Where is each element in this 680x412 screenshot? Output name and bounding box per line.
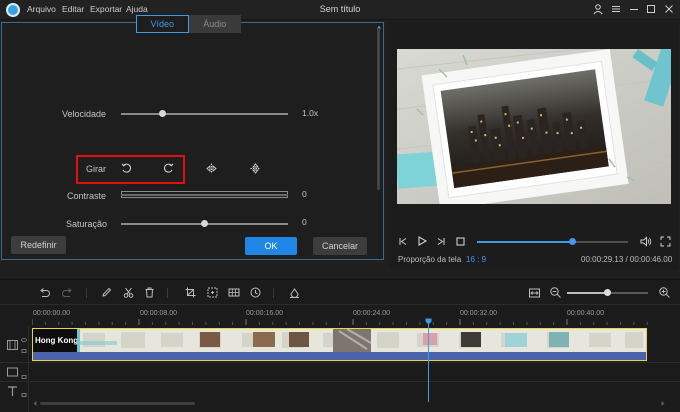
undo-icon[interactable] [38, 286, 51, 299]
ruler-label: 00:00:16.00 [246, 310, 283, 317]
zoom-out-icon[interactable] [549, 286, 562, 299]
cancel-button[interactable]: Cancelar [313, 237, 367, 255]
redo-icon[interactable] [61, 286, 74, 299]
toolbar-divider [273, 288, 274, 298]
zoom-crop-icon[interactable] [206, 286, 219, 299]
mosaic-icon[interactable] [227, 286, 241, 299]
step-back-icon[interactable] [397, 236, 408, 247]
menu-exportar[interactable]: Exportar [90, 4, 122, 14]
speed-label: Velocidade [62, 109, 107, 119]
close-icon[interactable] [663, 3, 675, 15]
stop-icon[interactable] [455, 236, 466, 247]
contrast-slider-track [121, 194, 288, 196]
rotate-label: Girar [86, 164, 106, 174]
video-track-icon [7, 340, 18, 350]
menu-icon[interactable] [610, 3, 622, 15]
aspect-label: Proporção da tela [398, 255, 462, 264]
time-display: 00:00:29.13 / 00:00:46.00 [581, 255, 673, 264]
media-tabs: Vídeo Áudio [136, 15, 241, 33]
video-track-lock-icon[interactable] [21, 347, 27, 353]
trash-icon[interactable] [143, 286, 156, 299]
preview-image [397, 49, 671, 204]
fit-timeline-icon[interactable] [528, 287, 541, 299]
ruler-label: 00:00:32.00 [460, 310, 497, 317]
speed-value: 1.0x [302, 108, 319, 118]
title-bar: Arquivo Editar Exportar Ajuda Sem título [0, 0, 680, 20]
speed-slider[interactable] [121, 113, 288, 115]
video-preview[interactable] [397, 49, 671, 204]
clip-title: Hong Kong [35, 336, 79, 345]
saturation-value: 0 [302, 217, 307, 227]
maximize-icon[interactable] [645, 3, 657, 15]
playback-knob[interactable] [568, 238, 576, 245]
minimize-icon[interactable] [628, 3, 640, 15]
rotate-left-icon[interactable] [120, 162, 133, 175]
video-track-eye-icon[interactable] [21, 337, 27, 343]
timeline-divider [0, 304, 680, 305]
flip-vertical-icon[interactable] [249, 162, 262, 175]
text-track-lock-icon[interactable] [21, 391, 27, 397]
fullscreen-icon[interactable] [659, 235, 672, 248]
scroll-left-icon[interactable] [32, 400, 38, 407]
zoom-slider-fill [567, 292, 608, 294]
timeline-scrollbar[interactable] [40, 402, 195, 405]
contrast-label: Contraste [67, 191, 107, 201]
rotate-right-icon[interactable] [162, 162, 175, 175]
toolbar-divider [167, 288, 168, 298]
overlay-track-icon [7, 367, 18, 377]
zoom-in-icon[interactable] [658, 286, 671, 299]
user-icon[interactable] [592, 3, 604, 15]
clip-audio-bar [33, 352, 646, 360]
color-fill-icon[interactable] [288, 286, 301, 299]
crop-icon[interactable] [184, 286, 197, 299]
menu-editar[interactable]: Editar [62, 4, 84, 14]
zoom-slider-knob[interactable] [604, 289, 611, 296]
clock-icon[interactable] [249, 286, 262, 299]
overlay-track-lock-icon[interactable] [21, 373, 27, 379]
menu-ajuda[interactable]: Ajuda [126, 4, 148, 14]
scrollbar[interactable] [377, 28, 380, 190]
playhead-line [428, 324, 429, 402]
track-divider [0, 381, 680, 382]
contrast-value: 0 [302, 189, 307, 199]
flip-horizontal-icon[interactable] [205, 162, 218, 175]
step-forward-icon[interactable] [436, 236, 447, 247]
ruler-label: 00:00:00.00 [33, 310, 70, 317]
toolbar-divider [86, 288, 87, 298]
ok-button[interactable]: OK [245, 237, 297, 255]
pencil-icon[interactable] [100, 286, 113, 299]
scroll-right-icon[interactable] [660, 400, 666, 407]
ruler-label: 00:00:40.00 [567, 310, 604, 317]
saturation-label: Saturação [66, 219, 108, 229]
ruler-ticks [32, 319, 648, 325]
scissors-icon[interactable] [122, 286, 135, 299]
clip-thumbnails [77, 329, 646, 352]
track-header-divider [28, 326, 29, 412]
aspect-ratio-select[interactable]: 16 : 9 [466, 255, 486, 264]
ruler-label: 00:00:24.00 [353, 310, 390, 317]
playback-progress [477, 241, 573, 243]
menu-arquivo[interactable]: Arquivo [27, 4, 56, 14]
app-logo [6, 3, 20, 17]
tab-audio[interactable]: Áudio [188, 15, 241, 33]
saturation-slider-knob[interactable] [201, 220, 208, 227]
reset-button[interactable]: Redefinir [11, 236, 66, 254]
volume-icon[interactable] [639, 235, 652, 248]
tab-video[interactable]: Vídeo [136, 15, 189, 33]
ruler-label: 00:00:08.00 [140, 310, 177, 317]
text-track-icon [8, 386, 17, 396]
track-divider [0, 362, 680, 363]
play-icon[interactable] [416, 235, 428, 247]
